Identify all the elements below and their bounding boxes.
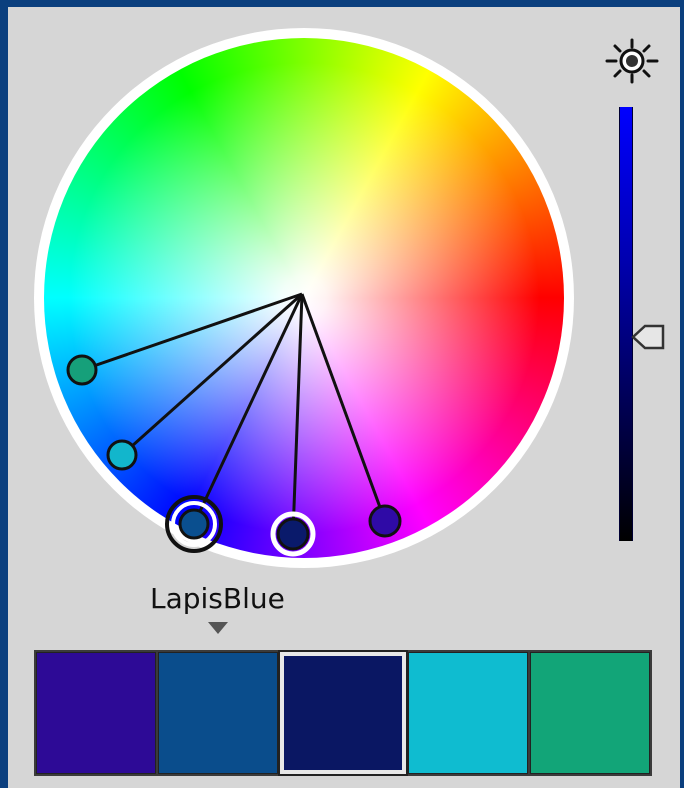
triangle-down-icon [208,622,228,634]
window-frame-left [0,0,8,788]
window-frame-right [680,0,684,788]
spoke-line [81,292,303,372]
swatch-lapis-blue[interactable] [158,652,278,774]
swatch-green[interactable] [530,652,650,774]
swatch-palette [34,650,652,776]
spoke-line [291,293,304,535]
spoke-line [300,293,387,522]
window-frame-top [0,0,684,7]
handle-cyan[interactable] [106,439,138,471]
handle-navy[interactable] [276,517,310,551]
spoke-line [192,293,304,525]
swatch-navy[interactable] [278,650,408,776]
handle-indigo[interactable] [368,504,402,538]
handle-lapis-blue[interactable] [178,508,210,540]
spoke-line [120,292,304,457]
sun-icon [605,38,659,84]
swatch-cyan[interactable] [408,652,528,774]
color-wheel[interactable] [34,28,574,568]
color-wheel-overlay[interactable] [34,28,574,568]
swatch-indigo[interactable] [36,652,156,774]
pointer-triangle-icon[interactable] [631,322,665,352]
handle-green-teal[interactable] [66,354,98,386]
color-name-label: LapisBlue [150,582,285,615]
